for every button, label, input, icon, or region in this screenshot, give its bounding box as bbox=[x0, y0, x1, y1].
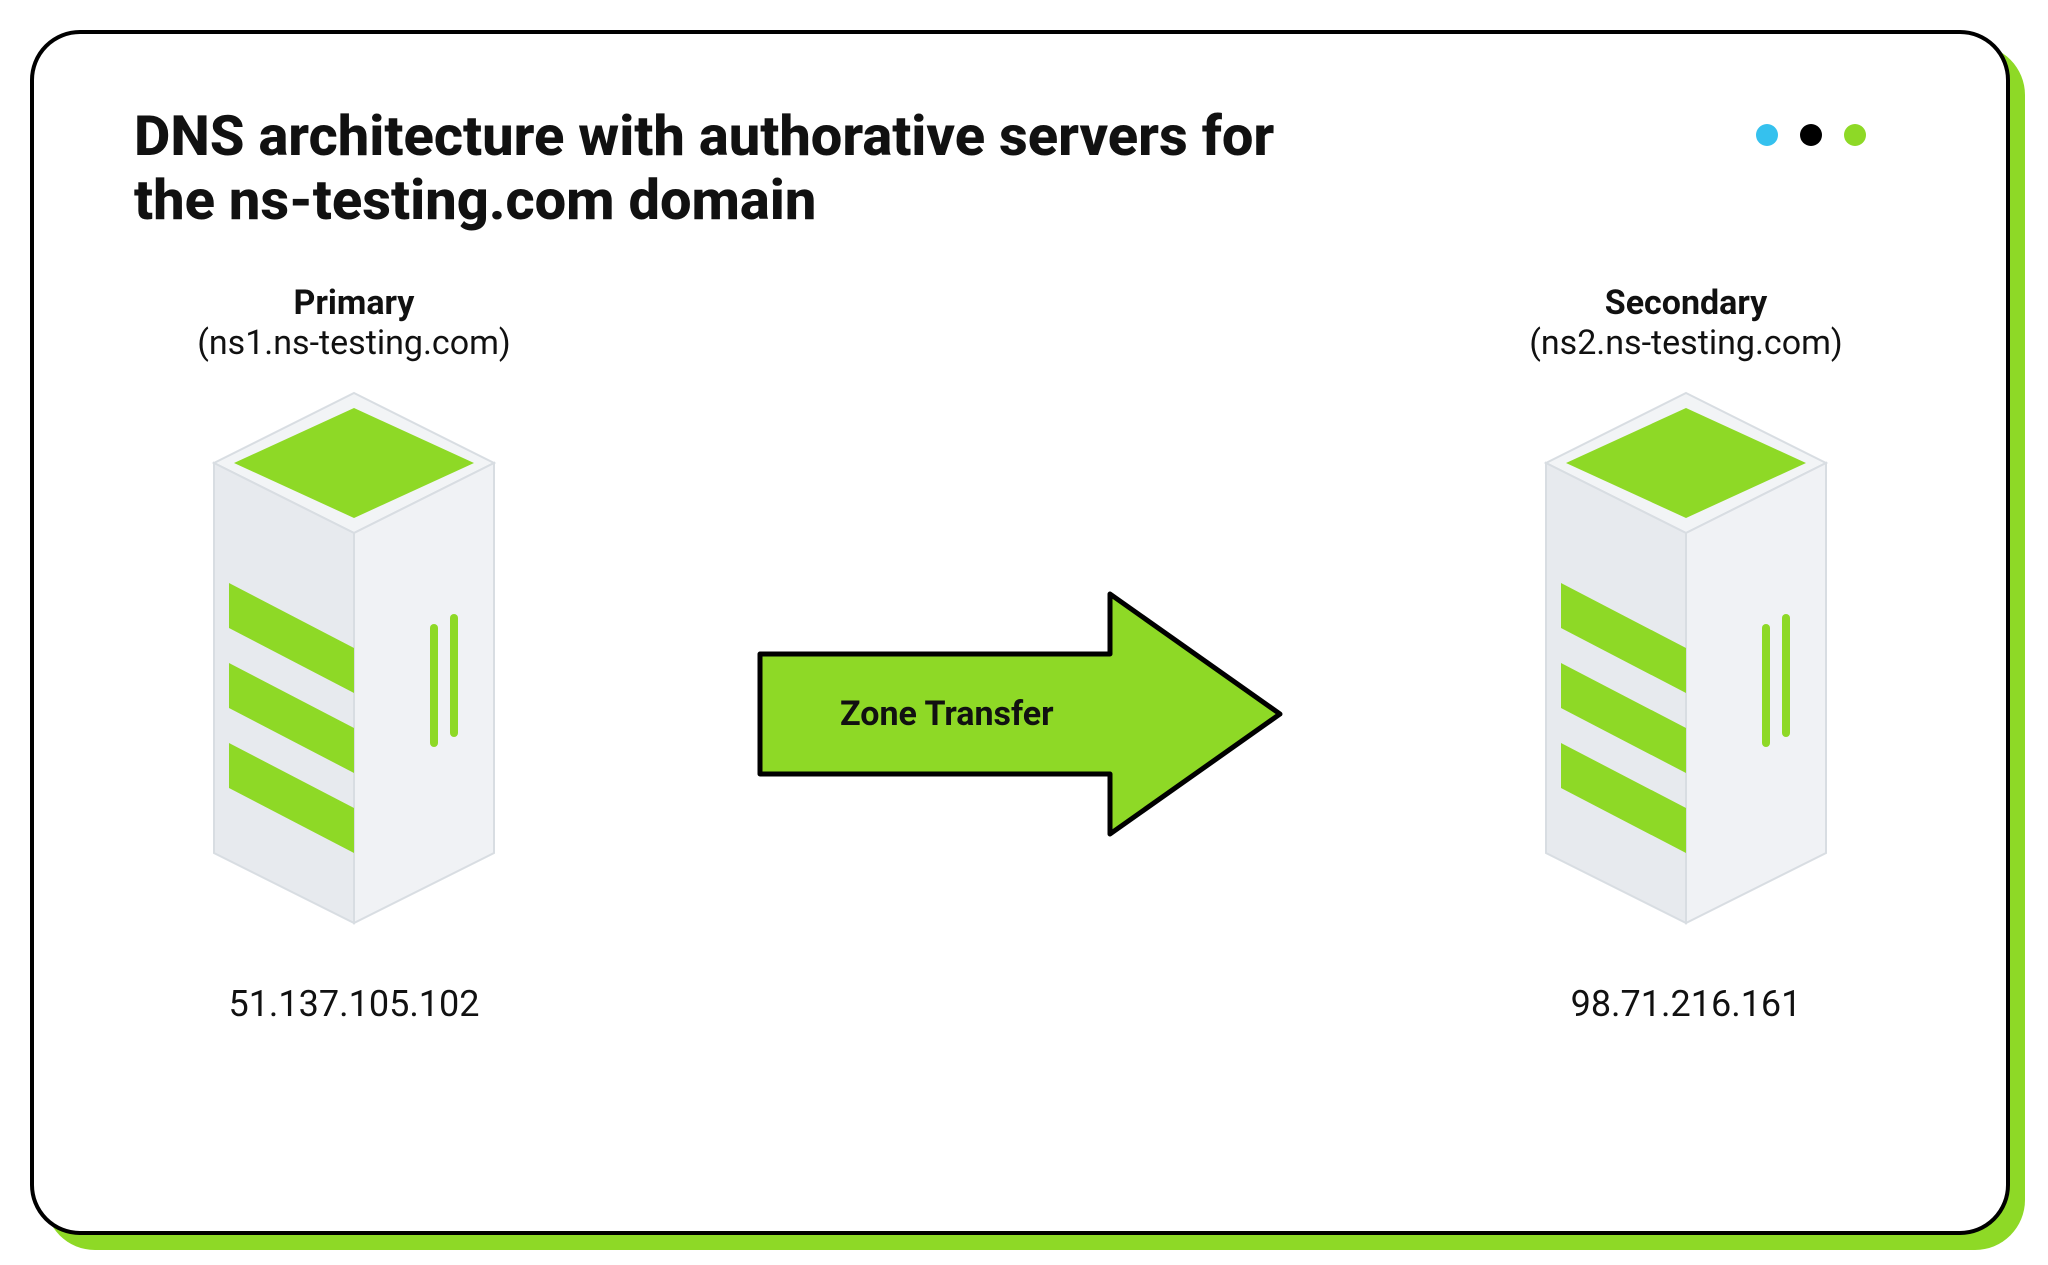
diagram-title: DNS architecture with authorative server… bbox=[134, 104, 1334, 233]
primary-ip-label: 51.137.105.102 bbox=[228, 983, 479, 1025]
decorative-dots bbox=[1756, 124, 1866, 146]
diagram-content: Primary (ns1.ns-testing.com) bbox=[134, 283, 1906, 1025]
secondary-ip-label: 98.71.216.161 bbox=[1571, 983, 1802, 1025]
primary-host-label: (ns1.ns-testing.com) bbox=[197, 323, 511, 363]
arrow-label: Zone Transfer bbox=[840, 694, 1054, 734]
secondary-host-label: (ns2.ns-testing.com) bbox=[1529, 323, 1843, 363]
dot-blue-icon bbox=[1756, 124, 1778, 146]
primary-server-block: Primary (ns1.ns-testing.com) bbox=[134, 283, 574, 1025]
secondary-server-block: Secondary (ns2.ns-testing.com) 98.71.216… bbox=[1466, 283, 1906, 1025]
dot-green-icon bbox=[1844, 124, 1866, 146]
dot-black-icon bbox=[1800, 124, 1822, 146]
zone-transfer-arrow: Zone Transfer bbox=[750, 584, 1290, 844]
diagram-card: DNS architecture with authorative server… bbox=[30, 30, 2010, 1235]
primary-role-label: Primary bbox=[294, 283, 415, 323]
server-icon bbox=[184, 383, 524, 943]
secondary-role-label: Secondary bbox=[1605, 283, 1767, 323]
server-icon bbox=[1516, 383, 1856, 943]
